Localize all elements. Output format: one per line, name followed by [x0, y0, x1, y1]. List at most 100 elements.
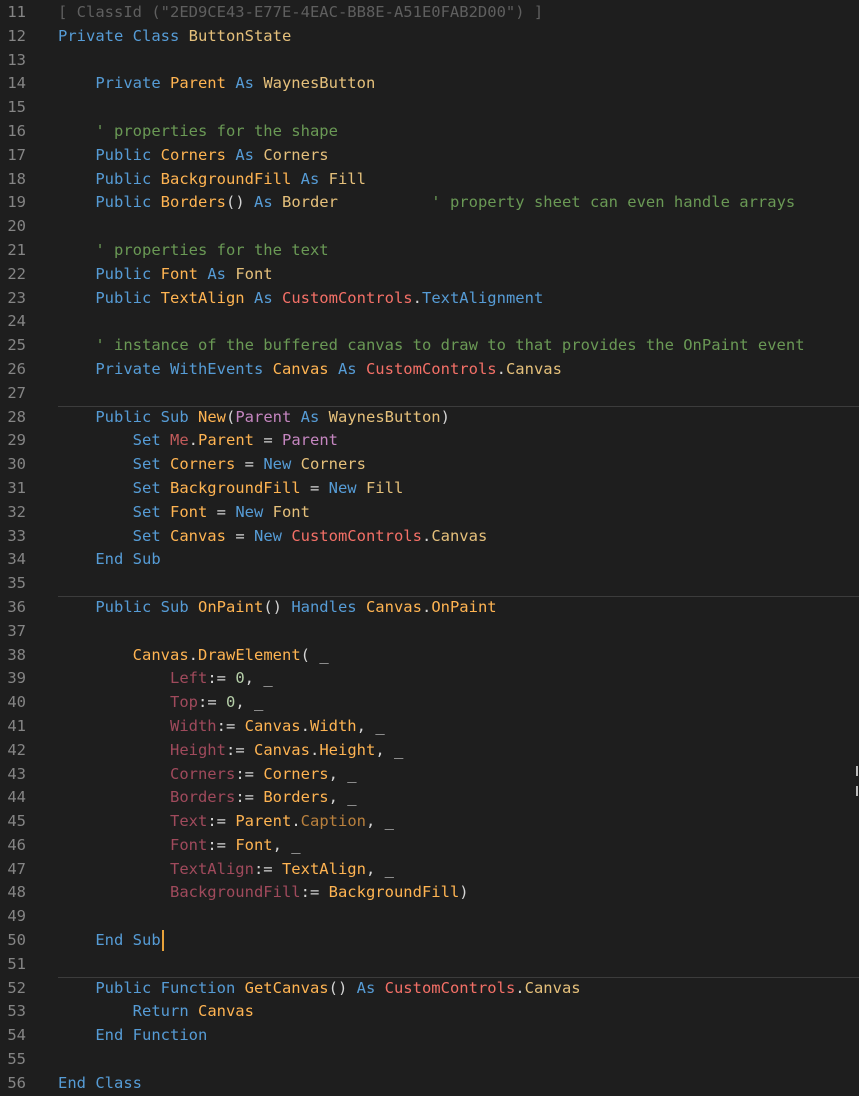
line-number: 52 [7, 978, 26, 997]
code-text[interactable]: Private Parent As WaynesButton [58, 72, 859, 96]
code-line[interactable]: 45 Text:= Parent.Caption, _ [0, 810, 859, 834]
line-number: 32 [7, 502, 26, 521]
code-line[interactable]: 56 End Class [0, 1072, 859, 1096]
line-number: 53 [7, 1002, 26, 1021]
code-line[interactable]: 52 Public Function GetCanvas() As Custom… [0, 976, 859, 1001]
code-line[interactable]: 28 Public Sub New(Parent As WaynesButton… [0, 405, 859, 430]
code-token: Fill [365, 478, 404, 497]
code-text[interactable]: Set BackgroundFill = New Fill [58, 477, 859, 501]
code-text[interactable]: End Sub [58, 929, 859, 953]
code-line[interactable]: 22 Public Font As Font [0, 263, 859, 287]
line-number: 54 [7, 1026, 26, 1045]
code-line[interactable]: 48 BackgroundFill:= BackgroundFill) [0, 881, 859, 905]
code-text[interactable]: Set Me.Parent = Parent [58, 429, 859, 453]
code-text[interactable]: TextAlign:= TextAlign, _ [58, 858, 859, 882]
code-token: Canvas [365, 597, 422, 616]
code-text[interactable]: Text:= Parent.Caption, _ [58, 810, 859, 834]
code-line[interactable]: 53 Return Canvas [0, 1000, 859, 1024]
code-text[interactable]: Public Sub OnPaint() Handles Canvas.OnPa… [58, 596, 859, 620]
code-line[interactable]: 42 Height:= Canvas.Height, _ [0, 739, 859, 763]
code-line[interactable]: 12 Private Class ButtonState [0, 25, 859, 49]
code-line[interactable]: 54 End Function [0, 1024, 859, 1048]
code-line[interactable]: 27 [0, 382, 859, 406]
code-token: Parent [235, 407, 292, 426]
code-line[interactable]: 39 Left:= 0, _ [0, 667, 859, 691]
code-line[interactable]: 37 [0, 620, 859, 644]
code-line[interactable]: 13 [0, 49, 859, 73]
code-line[interactable]: 49 [0, 905, 859, 929]
code-text[interactable]: ' properties for the text [58, 239, 859, 263]
code-text[interactable]: Public Corners As Corners [58, 144, 859, 168]
code-token: TextAlign [58, 859, 254, 878]
code-line[interactable]: 18 Public BackgroundFill As Fill [0, 168, 859, 192]
code-text[interactable]: End Function [58, 1024, 859, 1048]
code-text[interactable]: Private Class ButtonState [58, 25, 859, 49]
code-text[interactable]: Public BackgroundFill As Fill [58, 168, 859, 192]
code-line[interactable]: 38 Canvas.DrawElement( _ [0, 644, 859, 668]
code-text[interactable]: Public Borders() As Border ' property sh… [58, 191, 859, 215]
code-text[interactable]: BackgroundFill:= BackgroundFill) [58, 881, 859, 905]
code-editor[interactable]: 11 [ ClassId ("2ED9CE43-E77E-4EAC-BB8E-A5… [0, 1, 859, 1096]
code-line[interactable]: 15 [0, 96, 859, 120]
code-line[interactable]: 26 Private WithEvents Canvas As CustomCo… [0, 358, 859, 382]
code-text[interactable]: Public Function GetCanvas() As CustomCon… [58, 977, 859, 1001]
code-line[interactable]: 29 Set Me.Parent = Parent [0, 429, 859, 453]
code-line[interactable]: 19 Public Borders() As Border ' property… [0, 191, 859, 215]
code-text[interactable]: Set Font = New Font [58, 501, 859, 525]
code-line[interactable]: 30 Set Corners = New Corners [0, 453, 859, 477]
code-line[interactable]: 50 End Sub [0, 929, 859, 953]
code-line[interactable]: 14 Private Parent As WaynesButton [0, 72, 859, 96]
code-text[interactable]: Height:= Canvas.Height, _ [58, 739, 859, 763]
code-token: As [225, 145, 264, 164]
code-token: := [235, 764, 264, 783]
code-token: Handles [291, 597, 366, 616]
code-text[interactable]: Font:= Font, _ [58, 834, 859, 858]
code-text[interactable]: Canvas.DrawElement( _ [58, 644, 859, 668]
code-line[interactable]: 33 Set Canvas = New CustomControls.Canva… [0, 525, 859, 549]
code-line[interactable]: 40 Top:= 0, _ [0, 691, 859, 715]
code-line[interactable]: 55 [0, 1048, 859, 1072]
code-line[interactable]: 32 Set Font = New Font [0, 501, 859, 525]
code-text[interactable]: Borders:= Borders, _ [58, 786, 859, 810]
code-line[interactable]: 51 [0, 953, 859, 977]
code-text[interactable]: Left:= 0, _ [58, 667, 859, 691]
code-text[interactable]: End Class [58, 1072, 859, 1096]
code-line[interactable]: 41 Width:= Canvas.Width, _ [0, 715, 859, 739]
code-line[interactable]: 43 Corners:= Corners, _ [0, 763, 859, 787]
code-text[interactable]: [ ClassId ("2ED9CE43-E77E-4EAC-BB8E-A51E… [58, 1, 859, 25]
code-line[interactable]: 11 [ ClassId ("2ED9CE43-E77E-4EAC-BB8E-A5… [0, 1, 859, 25]
code-text[interactable]: Return Canvas [58, 1000, 859, 1024]
code-line[interactable]: 20 [0, 215, 859, 239]
code-text[interactable]: End Sub [58, 548, 859, 572]
code-token: Borders [160, 193, 226, 212]
code-text[interactable]: Set Corners = New Corners [58, 453, 859, 477]
code-text[interactable]: ' properties for the shape [58, 120, 859, 144]
code-text[interactable]: Width:= Canvas.Width, _ [58, 715, 859, 739]
code-line[interactable]: 44 Borders:= Borders, _ [0, 786, 859, 810]
code-text[interactable]: Set Canvas = New CustomControls.Canvas [58, 525, 859, 549]
code-token: DrawElement [198, 645, 301, 664]
code-text[interactable]: Public Font As Font [58, 263, 859, 287]
code-line[interactable]: 35 [0, 572, 859, 596]
code-line[interactable]: 24 [0, 310, 859, 334]
code-token: Top [58, 693, 198, 712]
code-line[interactable]: 16 ' properties for the shape [0, 120, 859, 144]
code-line[interactable]: 21 ' properties for the text [0, 239, 859, 263]
code-line[interactable]: 34 End Sub [0, 548, 859, 572]
code-text[interactable]: Public Sub New(Parent As WaynesButton) [58, 406, 859, 430]
code-line[interactable]: 47 TextAlign:= TextAlign, _ [0, 858, 859, 882]
code-token: TextAlignment [421, 288, 544, 307]
code-text[interactable]: Private WithEvents Canvas As CustomContr… [58, 358, 859, 382]
code-line[interactable]: 25 ' instance of the buffered canvas to … [0, 334, 859, 358]
code-line[interactable]: 36 Public Sub OnPaint() Handles Canvas.O… [0, 595, 859, 620]
code-line[interactable]: 17 Public Corners As Corners [0, 144, 859, 168]
code-text[interactable]: Public TextAlign As CustomControls.TextA… [58, 287, 859, 311]
code-line[interactable]: 31 Set BackgroundFill = New Fill [0, 477, 859, 501]
code-token: , _ [365, 812, 394, 831]
code-text[interactable]: Top:= 0, _ [58, 691, 859, 715]
code-line[interactable]: 46 Font:= Font, _ [0, 834, 859, 858]
code-text[interactable]: ' instance of the buffered canvas to dra… [58, 334, 859, 358]
code-text[interactable]: Corners:= Corners, _ [58, 763, 859, 787]
code-token: Set [58, 455, 170, 474]
code-line[interactable]: 23 Public TextAlign As CustomControls.Te… [0, 287, 859, 311]
